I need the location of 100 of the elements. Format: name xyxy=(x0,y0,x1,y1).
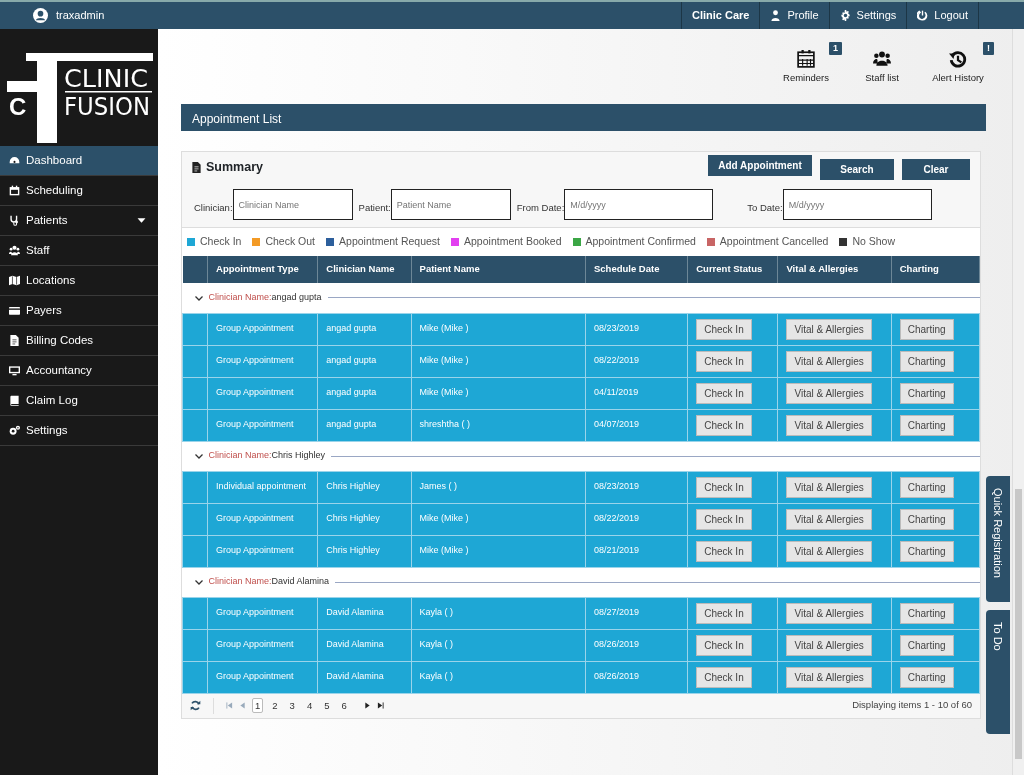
table-cell: angad gupta xyxy=(317,313,412,345)
input-field[interactable]: M/d/yyyy xyxy=(564,189,714,220)
row-button[interactable]: Vital & Allergies xyxy=(786,414,872,436)
side-tab[interactable]: Quick Registration xyxy=(986,476,1010,602)
row-button[interactable]: Charting xyxy=(899,382,954,404)
document-icon xyxy=(9,335,20,346)
table-cell: Chris Highley xyxy=(317,535,412,567)
row-button[interactable]: Charting xyxy=(899,634,954,656)
monitor-icon xyxy=(9,365,20,376)
user-name: traxadmin xyxy=(56,8,105,24)
row-button[interactable]: Vital & Allergies xyxy=(786,318,872,340)
row-button[interactable]: Charting xyxy=(899,414,954,436)
table-cell: angad gupta xyxy=(317,345,412,377)
action-button[interactable]: Clear xyxy=(902,158,970,180)
filter-label: To Date: xyxy=(747,201,783,216)
row-button[interactable]: Charting xyxy=(899,318,954,340)
row-button[interactable]: Check In xyxy=(696,318,752,340)
table-cell: 08/26/2019 xyxy=(585,661,688,693)
table-cell: Chris Highley xyxy=(317,503,412,535)
row-button[interactable]: Charting xyxy=(899,508,954,530)
row-button[interactable]: Check In xyxy=(696,350,752,372)
row-button[interactable]: Vital & Allergies xyxy=(786,508,872,530)
row-marker-cell xyxy=(182,471,208,503)
row-button[interactable]: Vital & Allergies xyxy=(786,666,872,688)
page-link[interactable]: 3 xyxy=(286,698,298,713)
table-cell: Group Appointment xyxy=(207,377,318,409)
input-field[interactable]: Clinician Name xyxy=(232,189,353,220)
row-marker-cell xyxy=(182,503,208,535)
table-cell: Mike (Mike ) xyxy=(411,345,586,377)
sidebar-item[interactable]: Dashboard xyxy=(0,146,158,176)
toolbar-button[interactable]: Staff list xyxy=(844,50,920,86)
table-cell: Group Appointment xyxy=(207,629,318,661)
person-icon xyxy=(770,10,782,21)
row-button[interactable]: Vital & Allergies xyxy=(786,602,872,624)
page-link[interactable]: 5 xyxy=(321,698,333,713)
action-button[interactable]: Search xyxy=(820,158,894,180)
notification-badge: ! xyxy=(983,42,994,55)
table-cell: David Alamina xyxy=(317,661,412,693)
table-cell: Mike (Mike ) xyxy=(411,313,586,345)
row-marker-cell xyxy=(182,597,208,629)
row-button[interactable]: Check In xyxy=(696,540,752,562)
filter-label: Clinician: xyxy=(194,201,233,216)
page-link[interactable]: 2 xyxy=(269,698,281,713)
side-tab[interactable]: To Do xyxy=(986,610,1010,734)
previous-page-icon xyxy=(239,702,246,709)
input-field[interactable]: M/d/yyyy xyxy=(782,189,932,220)
page-link[interactable]: 1 xyxy=(252,698,264,713)
table-cell: David Alamina xyxy=(317,597,412,629)
scrollbar[interactable] xyxy=(1012,29,1024,775)
legend-label: Check In xyxy=(200,234,242,250)
row-button[interactable]: Check In xyxy=(696,634,752,656)
row-button[interactable]: Check In xyxy=(696,414,752,436)
row-marker-cell xyxy=(182,629,208,661)
table-cell: Chris Highley xyxy=(317,471,412,503)
calendar-icon xyxy=(797,50,815,68)
page-title: Appointment List xyxy=(181,104,986,131)
table-cell: Kayla ( ) xyxy=(411,629,586,661)
table-cell: Group Appointment xyxy=(207,409,318,441)
row-button[interactable]: Vital & Allergies xyxy=(786,476,872,498)
last-page-icon xyxy=(376,702,384,709)
row-button[interactable]: Vital & Allergies xyxy=(786,350,872,372)
table-cell: David Alamina xyxy=(317,629,412,661)
legend-label: Appointment Confirmed xyxy=(585,234,696,250)
table-cell: 08/22/2019 xyxy=(585,503,688,535)
logo-line: FUSION xyxy=(64,92,158,121)
row-button[interactable]: Charting xyxy=(899,540,954,562)
page-link[interactable]: 4 xyxy=(303,698,316,713)
page-link[interactable]: 6 xyxy=(338,698,350,713)
table-cell: Mike (Mike ) xyxy=(411,503,586,535)
row-button[interactable]: Charting xyxy=(899,350,954,372)
table-cell: Kayla ( ) xyxy=(411,597,586,629)
row-marker-cell xyxy=(182,313,208,345)
table-cell: 04/11/2019 xyxy=(585,377,688,409)
table-cell: 08/22/2019 xyxy=(585,345,688,377)
row-button[interactable]: Check In xyxy=(696,508,752,530)
row-marker-cell xyxy=(182,535,208,567)
row-button[interactable]: Check In xyxy=(696,476,752,498)
row-button[interactable]: Check In xyxy=(696,666,752,688)
input-field[interactable]: Patient Name xyxy=(390,189,511,220)
legend-label: Check Out xyxy=(265,234,316,250)
filter-label: From Date: xyxy=(516,201,565,216)
row-button[interactable]: Check In xyxy=(696,602,752,624)
table-cell: 08/26/2019 xyxy=(585,629,688,661)
row-button[interactable]: Vital & Allergies xyxy=(786,540,872,562)
table-cell: Group Appointment xyxy=(207,313,318,345)
action-button[interactable]: Add Appointment xyxy=(708,154,812,176)
row-marker-cell xyxy=(182,409,208,441)
row-button[interactable]: Vital & Allergies xyxy=(786,634,872,656)
row-button[interactable]: Charting xyxy=(899,476,954,498)
first-page-icon xyxy=(226,702,233,709)
table-cell: 08/21/2019 xyxy=(585,535,688,567)
column-header: Clinician Name xyxy=(317,256,412,283)
row-button[interactable]: Vital & Allergies xyxy=(786,382,872,404)
group-heading: Clinician Name:angad gupta xyxy=(208,291,322,304)
row-button[interactable]: Charting xyxy=(899,666,954,688)
column-header: Current Status xyxy=(687,256,778,283)
legend-label: No Show xyxy=(852,234,895,250)
table-cell: Mike (Mike ) xyxy=(411,377,586,409)
row-button[interactable]: Check In xyxy=(696,382,752,404)
row-button[interactable]: Charting xyxy=(899,602,954,624)
